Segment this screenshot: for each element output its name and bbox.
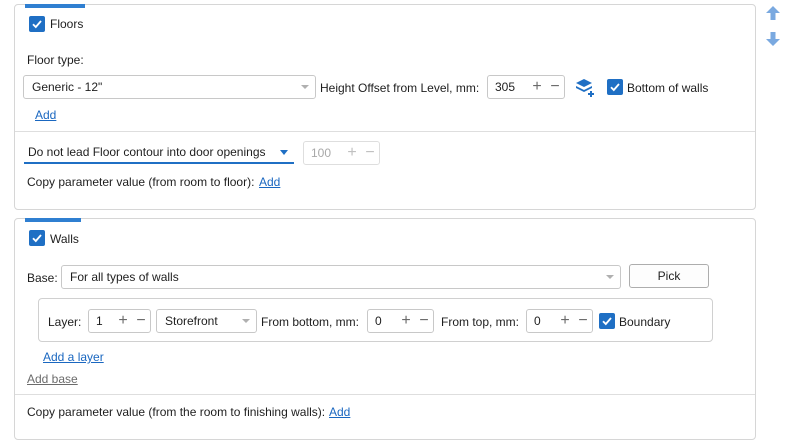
height-offset-label: Height Offset from Level, mm:	[320, 81, 480, 95]
walls-title: Walls	[50, 232, 79, 246]
boundary-checkbox[interactable]	[599, 313, 615, 329]
floors-divider	[15, 131, 755, 132]
from-top-stepper[interactable]: 0 + −	[526, 309, 593, 333]
chevron-down-icon	[280, 150, 288, 155]
base-select[interactable]: For all types of walls	[61, 265, 621, 289]
contour-value-stepper[interactable]: 100 + −	[303, 141, 380, 165]
floor-type-label: Floor type:	[27, 53, 84, 67]
layers-add-icon[interactable]	[575, 77, 597, 99]
floors-accent-bar	[25, 4, 85, 8]
walls-copy-param-link[interactable]: Add	[329, 404, 350, 420]
add-floor-link[interactable]: Add	[35, 107, 56, 123]
height-offset-value: 305	[495, 80, 516, 94]
floors-title: Floors	[50, 17, 84, 31]
base-value: For all types of walls	[70, 270, 179, 284]
check-icon	[32, 234, 42, 243]
walls-divider	[15, 394, 755, 395]
floor-type-value: Generic - 12"	[32, 80, 103, 94]
material-select[interactable]: Storefront	[156, 309, 257, 333]
contour-option: Do not lead Floor contour into door open…	[28, 145, 266, 159]
minus-icon[interactable]: −	[132, 310, 150, 332]
from-bottom-label: From bottom, mm:	[261, 315, 360, 329]
walls-accent-bar	[25, 218, 81, 222]
check-icon	[610, 83, 620, 92]
floors-checkbox[interactable]	[29, 16, 45, 32]
minus-icon[interactable]: −	[415, 310, 433, 332]
floors-copy-param-label: Copy parameter value (from room to floor…	[27, 175, 255, 189]
bottom-of-walls-label: Bottom of walls	[627, 81, 709, 95]
from-top-label: From top, mm:	[441, 315, 520, 329]
arrow-down-icon[interactable]	[765, 31, 781, 47]
add-base-link[interactable]: Add base	[27, 371, 78, 387]
pick-button[interactable]: Pick	[629, 264, 709, 288]
walls-checkbox[interactable]	[29, 230, 45, 246]
check-icon	[32, 20, 42, 29]
plus-icon[interactable]: +	[397, 310, 415, 332]
chevron-down-icon	[301, 85, 309, 89]
chevron-down-icon	[242, 319, 250, 323]
plus-icon[interactable]: +	[343, 142, 361, 164]
from-top-value: 0	[534, 314, 541, 328]
contour-value: 100	[311, 146, 332, 160]
check-icon	[602, 317, 612, 326]
arrow-up-icon[interactable]	[765, 5, 781, 21]
height-offset-stepper[interactable]: 305 + −	[487, 75, 565, 99]
layer-label: Layer:	[48, 315, 82, 329]
minus-icon[interactable]: −	[546, 76, 564, 98]
plus-icon[interactable]: +	[528, 76, 546, 98]
from-bottom-value: 0	[375, 314, 382, 328]
chevron-down-icon	[606, 275, 614, 279]
floors-copy-param-link[interactable]: Add	[259, 174, 280, 190]
floor-type-select[interactable]: Generic - 12"	[23, 75, 316, 99]
minus-icon[interactable]: −	[361, 142, 379, 164]
layer-value: 1	[96, 314, 103, 328]
layer-stepper[interactable]: 1 + −	[88, 309, 151, 333]
from-bottom-stepper[interactable]: 0 + −	[367, 309, 434, 333]
contour-select[interactable]: Do not lead Floor contour into door open…	[24, 142, 294, 164]
walls-copy-param-label: Copy parameter value (from the room to f…	[27, 405, 326, 419]
base-label: Base:	[27, 271, 58, 285]
plus-icon[interactable]: +	[114, 310, 132, 332]
add-layer-link[interactable]: Add a layer	[43, 349, 104, 365]
plus-icon[interactable]: +	[556, 310, 574, 332]
boundary-label: Boundary	[619, 315, 671, 329]
bottom-of-walls-checkbox[interactable]	[607, 79, 623, 95]
material-value: Storefront	[165, 314, 218, 328]
minus-icon[interactable]: −	[574, 310, 592, 332]
